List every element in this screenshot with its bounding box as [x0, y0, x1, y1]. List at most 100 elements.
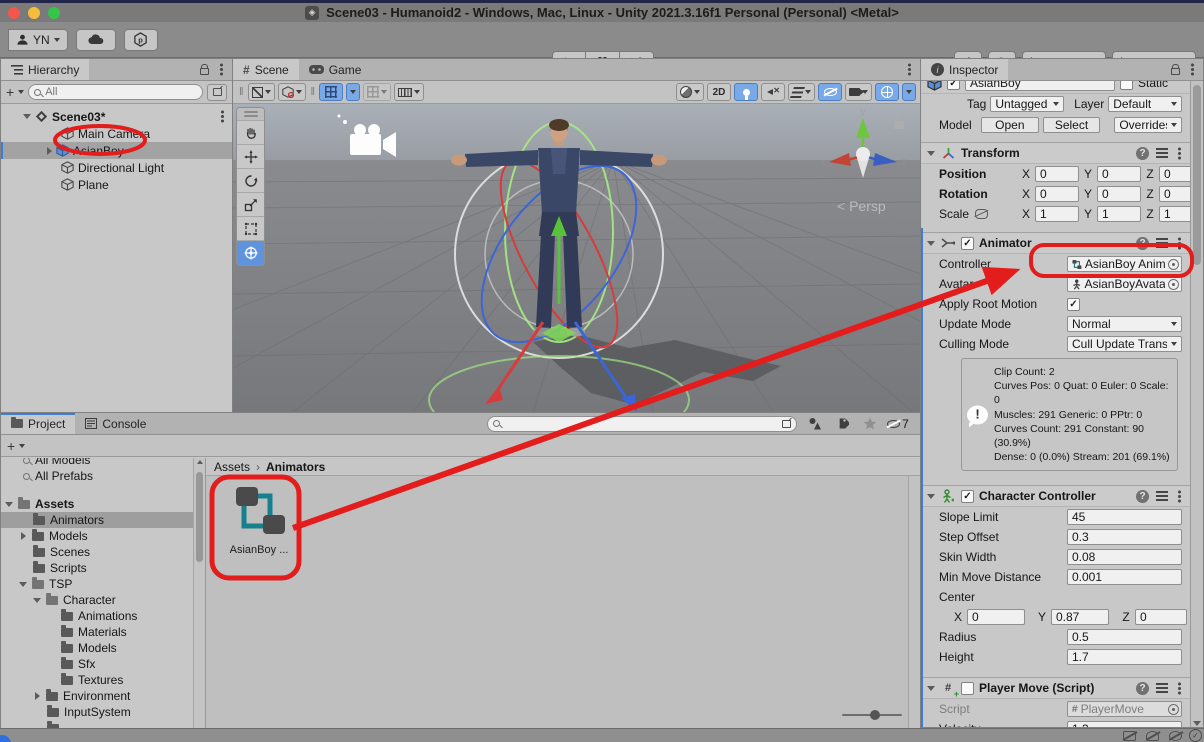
model-select-button[interactable]: Select: [1043, 117, 1101, 133]
breadcrumb-current[interactable]: Animators: [266, 460, 325, 474]
culling-mode-dropdown[interactable]: Cull Update Transf: [1067, 336, 1182, 352]
hierarchy-popout-button[interactable]: [207, 84, 227, 101]
help-icon[interactable]: [1136, 147, 1149, 160]
position-x-field[interactable]: 0: [1035, 166, 1079, 182]
draw-mode-button[interactable]: [248, 83, 275, 101]
visibility-muted-icon[interactable]: [1169, 731, 1182, 741]
add-gameobject-button[interactable]: +: [6, 84, 14, 100]
popout-icon[interactable]: [782, 420, 791, 428]
scroll-up-icon[interactable]: [197, 460, 203, 464]
hierarchy-search[interactable]: [28, 84, 203, 100]
character-controller-checkbox[interactable]: [961, 490, 974, 503]
presets-icon[interactable]: [1156, 491, 1168, 501]
scene-viewport[interactable]: y x z < Persp: [233, 104, 920, 412]
grid-snap-dropdown[interactable]: [346, 83, 360, 101]
object-picker-icon[interactable]: [1168, 279, 1179, 290]
tree-row-favorite[interactable]: All Prefabs: [1, 468, 205, 484]
panel-menu-icon[interactable]: [1191, 68, 1194, 71]
chevron-down-icon[interactable]: [19, 444, 25, 448]
tree-row[interactable]: Scenes: [1, 544, 205, 560]
active-checkbox[interactable]: [947, 81, 960, 90]
rotation-z-field[interactable]: 0: [1159, 186, 1190, 202]
transform-tool-button[interactable]: [237, 241, 264, 265]
expander-closed-icon[interactable]: [21, 532, 26, 540]
transform-header[interactable]: Transform: [921, 142, 1190, 164]
tree-row[interactable]: Models: [1, 528, 205, 544]
content-scrollbar[interactable]: [908, 476, 920, 728]
update-mode-dropdown[interactable]: Normal: [1067, 316, 1182, 332]
presets-icon[interactable]: [1156, 683, 1168, 693]
camera-settings-button[interactable]: [845, 83, 872, 101]
slope-limit-field[interactable]: 45: [1067, 509, 1182, 525]
object-picker-icon[interactable]: [1168, 704, 1179, 715]
presets-icon[interactable]: [1156, 148, 1168, 158]
presets-icon[interactable]: [1156, 238, 1168, 248]
foldout-open-icon[interactable]: [927, 686, 935, 691]
tree-row[interactable]: Materials: [1, 624, 205, 640]
account-button[interactable]: YN: [8, 29, 68, 51]
rotation-x-field[interactable]: 0: [1035, 186, 1079, 202]
tree-row[interactable]: Environment: [1, 688, 205, 704]
height-field[interactable]: 1.7: [1067, 649, 1182, 665]
tree-row-favorite[interactable]: All Models: [1, 458, 205, 468]
object-picker-icon[interactable]: [1168, 259, 1179, 270]
scale-x-field[interactable]: 1: [1035, 206, 1079, 222]
audio-toggle-button[interactable]: [761, 83, 785, 101]
apply-root-motion-checkbox[interactable]: [1067, 298, 1080, 311]
snap-increment-button[interactable]: [363, 83, 391, 101]
player-move-checkbox[interactable]: [961, 682, 974, 695]
scene-menu-icon[interactable]: [221, 115, 224, 118]
scale-z-field[interactable]: 1: [1159, 206, 1190, 222]
inspector-scrollbar[interactable]: [1190, 81, 1203, 727]
tab-hierarchy[interactable]: Hierarchy: [1, 59, 89, 80]
rect-tool-button[interactable]: [237, 217, 264, 241]
tree-row[interactable]: TSP: [1, 576, 205, 592]
foldout-open-icon[interactable]: [927, 151, 935, 156]
skin-width-field[interactable]: 0.08: [1067, 549, 1182, 565]
shading-mode-button[interactable]: [278, 83, 306, 101]
controller-object-field[interactable]: AsianBoy AnimC: [1067, 256, 1182, 272]
radius-field[interactable]: 0.5: [1067, 629, 1182, 645]
move-tool-button[interactable]: [237, 145, 264, 169]
perspective-label[interactable]: < Persp: [837, 198, 886, 214]
expander-open-icon[interactable]: [5, 502, 13, 507]
gizmos-dropdown[interactable]: [902, 83, 916, 101]
animator-header[interactable]: Animator: [921, 232, 1190, 254]
toolbar-grip[interactable]: ‖: [237, 86, 245, 98]
tree-row[interactable]: Textures: [1, 672, 205, 688]
progress-check-icon[interactable]: ✓: [1189, 729, 1202, 742]
tab-console[interactable]: Console: [75, 413, 156, 434]
foldout-open-icon[interactable]: [927, 494, 935, 499]
tree-row[interactable]: Character: [1, 592, 205, 608]
lighting-toggle-button[interactable]: [734, 83, 758, 101]
search-by-type-button[interactable]: [803, 415, 825, 432]
component-menu-icon[interactable]: [1178, 687, 1181, 690]
panel-menu-icon[interactable]: [908, 68, 911, 71]
avatar-object-field[interactable]: AsianBoyAvatar: [1067, 276, 1182, 292]
animator-enabled-checkbox[interactable]: [961, 237, 974, 250]
script-object-field[interactable]: # PlayerMove: [1067, 701, 1182, 717]
tree-row-animators-selected[interactable]: Animators: [1, 512, 205, 528]
hand-tool-button[interactable]: [237, 121, 264, 145]
grid-snap-button[interactable]: [319, 83, 343, 101]
tab-scene[interactable]: # Scene: [233, 59, 299, 80]
component-menu-icon[interactable]: [1178, 495, 1181, 498]
rotation-y-field[interactable]: 0: [1097, 186, 1141, 202]
foldout-open-icon[interactable]: [927, 241, 935, 246]
tab-game[interactable]: Game: [299, 59, 372, 80]
overrides-dropdown[interactable]: Overrides: [1114, 117, 1182, 133]
mute-status-icon[interactable]: [1123, 731, 1136, 741]
center-x-field[interactable]: 0: [967, 609, 1025, 625]
position-y-field[interactable]: 0: [1097, 166, 1141, 182]
center-y-field[interactable]: 0.87: [1051, 609, 1109, 625]
2d-toggle-button[interactable]: 2D: [707, 83, 731, 101]
velocity-field[interactable]: 1.3: [1067, 721, 1182, 727]
cloud-button[interactable]: [76, 29, 116, 51]
tree-row-clipped[interactable]: [1, 720, 205, 728]
hierarchy-row[interactable]: Plane: [1, 176, 232, 193]
project-search-input[interactable]: [500, 418, 782, 430]
tree-row[interactable]: Models: [1, 640, 205, 656]
hidden-packages-button[interactable]: 7: [887, 415, 909, 432]
help-icon[interactable]: [1136, 682, 1149, 695]
center-z-field[interactable]: 0: [1135, 609, 1187, 625]
